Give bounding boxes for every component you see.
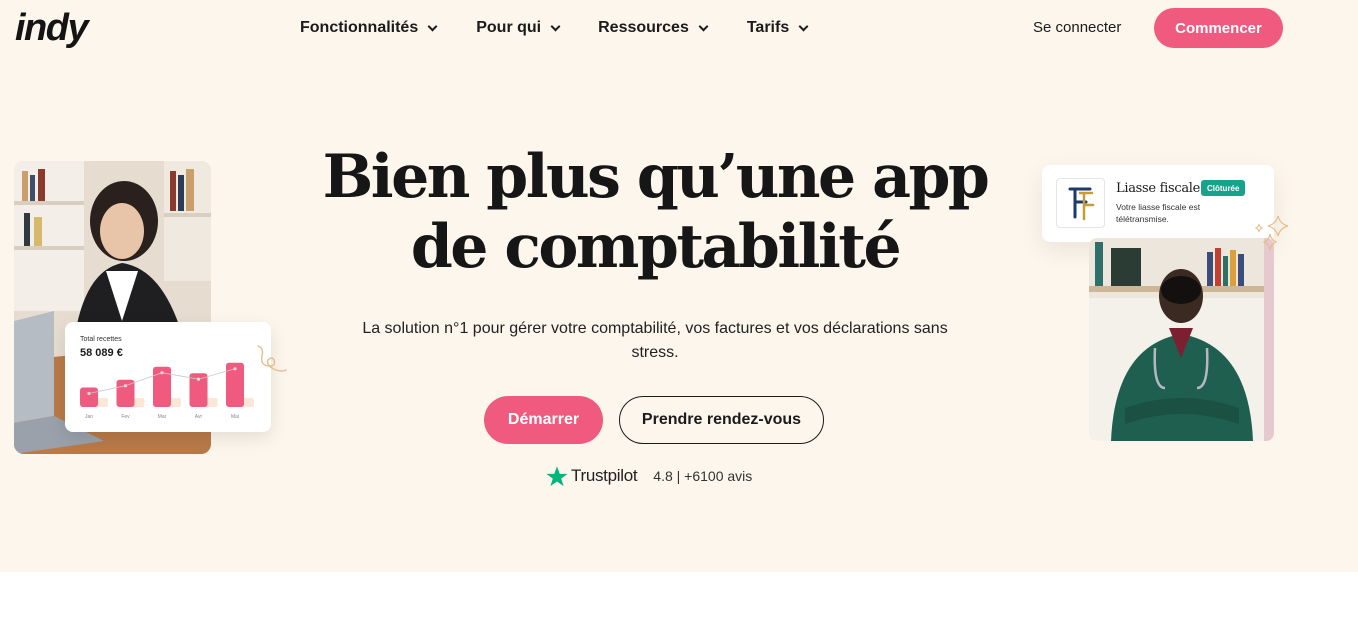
trustpilot-rating-text: 4.8 | +6100 avis bbox=[653, 468, 753, 484]
revenue-trend-point bbox=[233, 367, 237, 371]
chevron-down-icon bbox=[550, 21, 561, 31]
hero-title-line-1: Bien plus qu’une app bbox=[322, 142, 990, 212]
demarrer-button[interactable]: Démarrer bbox=[484, 396, 603, 444]
nav-item-fonctionnalites[interactable]: Fonctionnalités bbox=[300, 16, 438, 40]
status-badge: Clôturée bbox=[1201, 180, 1246, 196]
nav-label: Ressources bbox=[598, 19, 689, 36]
revenue-month-label: Avr bbox=[195, 414, 203, 420]
main-nav: Fonctionnalités Pour qui Ressources Tari… bbox=[300, 16, 809, 40]
revenue-bar bbox=[80, 387, 98, 407]
revenue-trend-point bbox=[87, 391, 91, 396]
commencer-button[interactable]: Commencer bbox=[1154, 8, 1283, 48]
liasse-title: Liasse fiscale bbox=[1116, 181, 1201, 196]
prendre-rendez-vous-button[interactable]: Prendre rendez-vous bbox=[619, 396, 824, 444]
liasse-description: Votre liasse fiscale est télétransmise. bbox=[1116, 202, 1201, 224]
revenue-month-label: Jan bbox=[85, 414, 93, 420]
squiggle-decoration-icon bbox=[257, 345, 287, 372]
nav-item-ressources[interactable]: Ressources bbox=[598, 16, 709, 40]
indy-logo[interactable]: indy bbox=[15, 8, 89, 48]
revenue-month-label: Fev bbox=[121, 414, 130, 420]
sparkle-decoration-icon bbox=[1254, 215, 1289, 251]
trustpilot-brand: Trustpilot bbox=[571, 466, 638, 485]
revenue-trend-point bbox=[123, 384, 128, 388]
revenue-month-label: Mar bbox=[158, 414, 167, 420]
chevron-down-icon bbox=[427, 21, 438, 31]
liasse-fiscale-card: Liasse fiscale Clôturée Votre liasse fis… bbox=[1042, 165, 1274, 242]
trustpilot-rating[interactable]: Trustpilot 4.8 | +6100 avis bbox=[546, 465, 752, 487]
page: indy Fonctionnalités Pour qui Ressources… bbox=[0, 0, 1358, 640]
hero-title-line-2: de comptabilité bbox=[410, 212, 902, 282]
finances-publiques-logo-icon bbox=[1056, 178, 1105, 228]
revenue-bar-chart: Jan Fev Mar Avr Mai bbox=[80, 362, 254, 420]
doctor-photo bbox=[1089, 238, 1274, 441]
nav-item-pour-qui[interactable]: Pour qui bbox=[476, 16, 561, 40]
revenue-month-label: Mai bbox=[231, 414, 239, 420]
revenue-trend-point bbox=[196, 377, 201, 381]
nav-label: Pour qui bbox=[476, 19, 542, 36]
nav-label: Tarifs bbox=[746, 19, 790, 36]
chevron-down-icon bbox=[698, 21, 709, 31]
login-link[interactable]: Se connecter bbox=[1033, 19, 1121, 36]
trustpilot-star-icon bbox=[546, 466, 568, 487]
chevron-down-icon bbox=[798, 21, 809, 31]
nav-item-tarifs[interactable]: Tarifs bbox=[746, 16, 809, 40]
revenue-trend-point bbox=[160, 371, 164, 375]
nav-label: Fonctionnalités bbox=[300, 19, 419, 36]
revenue-chart-card: Total recettes 58 089 € Jan Fev Mar Avr Mai bbox=[65, 322, 271, 432]
hero-title: Bien plus qu’une app de comptabilité bbox=[300, 142, 1010, 282]
hero-subtitle: La solution n°1 pour gérer votre comptab… bbox=[362, 320, 948, 361]
